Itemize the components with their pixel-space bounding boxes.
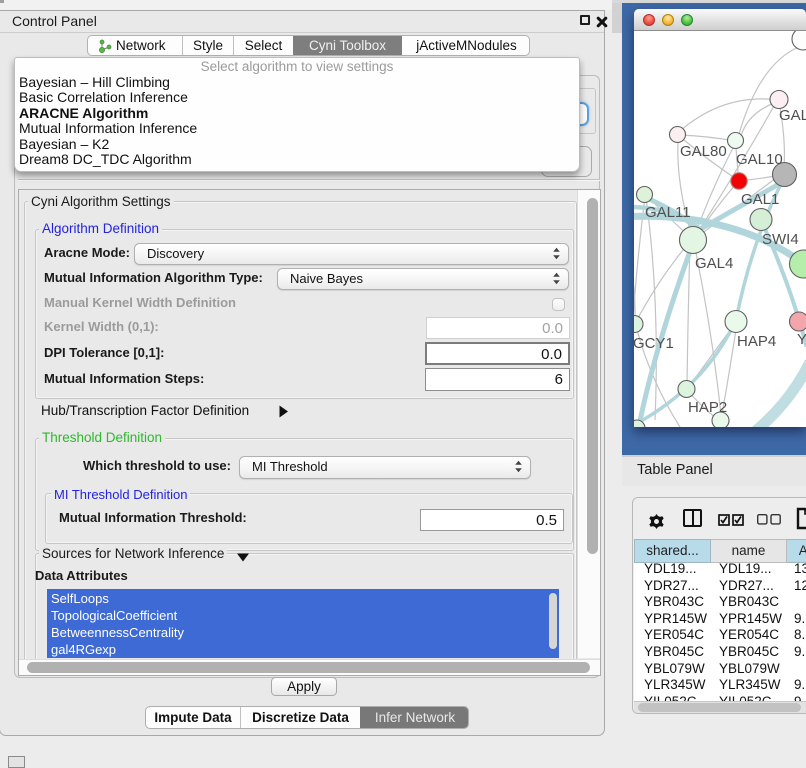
svg-text:GAL1: GAL1 bbox=[741, 191, 779, 208]
svg-text:HAP2: HAP2 bbox=[688, 399, 727, 416]
svg-text:GCY1: GCY1 bbox=[634, 335, 674, 352]
svg-text:SWI4: SWI4 bbox=[762, 231, 799, 248]
svg-text:GAL11: GAL11 bbox=[645, 204, 691, 221]
svg-text:GAL7: GAL7 bbox=[779, 107, 806, 124]
svg-text:GAL4: GAL4 bbox=[695, 255, 733, 272]
svg-text:HAP4: HAP4 bbox=[737, 333, 776, 350]
svg-text:GAL80: GAL80 bbox=[680, 143, 727, 160]
svg-text:GAL10: GAL10 bbox=[736, 151, 783, 168]
svg-text:YJ: YJ bbox=[797, 331, 806, 348]
